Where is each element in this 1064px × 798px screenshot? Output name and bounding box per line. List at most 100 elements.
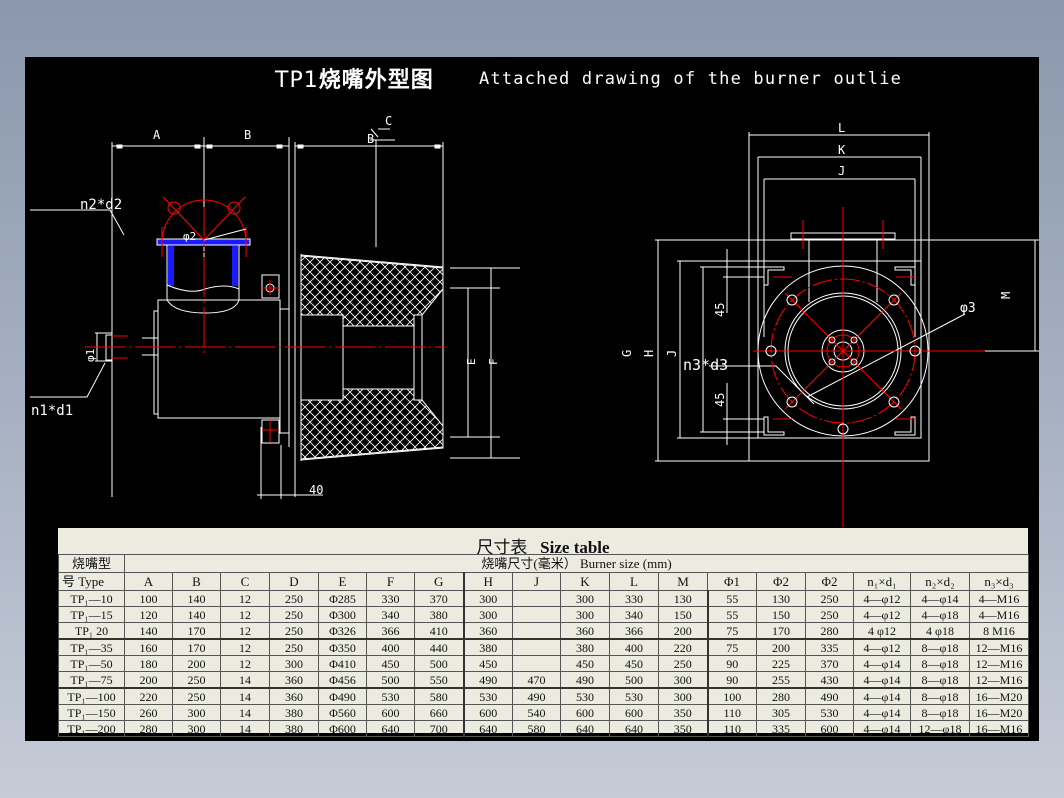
table-cell: 330 <box>366 590 415 607</box>
table-cell: 600 <box>805 720 854 737</box>
column-header: B <box>172 572 221 591</box>
table-cell: 90 <box>706 671 757 689</box>
table-cell: 4—φ14 <box>910 590 970 607</box>
table-cell: 300 <box>172 720 221 737</box>
label-A: A <box>153 128 161 142</box>
label-L: L <box>838 121 845 135</box>
table-cell: Φ350 <box>318 638 367 656</box>
table-cell: 600 <box>462 704 513 721</box>
type-header-line2: 号 Type <box>58 572 125 591</box>
table-cell: 4—φ14 <box>853 655 911 672</box>
table-cell: 490 <box>512 687 561 705</box>
label-K: K <box>838 143 846 157</box>
table-cell: 250 <box>172 671 221 689</box>
burner-drawing: A B B C n2*d2 φ2 n1*d1 40 φ1 E F L K J φ… <box>30 114 1039 527</box>
table-cell: 430 <box>805 671 854 689</box>
refractory-cone-bottom <box>300 388 444 460</box>
group-header: 烧嘴尺寸(毫米） Burner size (mm) <box>123 554 1030 573</box>
label-45-top: 45 <box>713 303 727 317</box>
table-cell: 14 <box>220 704 270 721</box>
table-cell: 300 <box>560 590 610 607</box>
table-cell <box>512 638 561 656</box>
table-cell: 100 <box>706 687 757 705</box>
row-type: TP₁—75 <box>58 671 125 689</box>
table-cell: 260 <box>124 704 173 721</box>
table-cell: 250 <box>269 622 319 640</box>
table-row: TP₁—75 200 250 14 360 Φ456 500 550 490 470 490 500 3… <box>58 671 1030 689</box>
table-cell: 450 <box>366 655 415 672</box>
table-cell: 170 <box>756 622 806 640</box>
label-G: G <box>620 350 634 357</box>
table-row: TP₁—100 220 250 14 360 Φ490 530 580 530 490 530 530… <box>58 687 1030 705</box>
table-cell: 300 <box>560 606 610 623</box>
size-table-grid: 烧嘴型 烧嘴尺寸(毫米） Burner size (mm) 号 Type ABC… <box>58 554 1030 737</box>
table-cell: 600 <box>609 704 659 721</box>
table-cell: 450 <box>609 655 659 672</box>
table-cell: Φ410 <box>318 655 367 672</box>
table-row: TP₁—15 120 140 12 250 Φ300 340 380 300 300 340 150 5… <box>58 606 1030 623</box>
label-n2d2: n2*d2 <box>80 197 122 213</box>
table-cell: 4 φ18 <box>910 622 970 640</box>
column-header: Φ1 <box>707 572 757 591</box>
label-phi3: φ3 <box>960 301 976 316</box>
table-cell: 370 <box>414 590 464 607</box>
table-cell: 380 <box>462 638 513 656</box>
table-row: TP₁—10 100 140 12 250 Φ285 330 370 300 300 330 130 5… <box>58 590 1030 607</box>
table-cell: 12—M16 <box>968 671 1030 689</box>
table-cell: 12 <box>220 606 270 623</box>
table-cell: 14 <box>220 671 270 689</box>
table-cell: 660 <box>414 704 464 721</box>
label-n1d1: n1*d1 <box>31 403 73 419</box>
table-header-row-1: 烧嘴型 烧嘴尺寸(毫米） Burner size (mm) <box>58 554 1030 573</box>
row-type: TP₁—150 <box>58 704 125 721</box>
table-cell: 250 <box>805 590 854 607</box>
table-cell: 450 <box>560 655 610 672</box>
table-cell: 500 <box>366 671 415 689</box>
table-cell: 4—φ14 <box>853 687 911 705</box>
table-cell: 12—φ18 <box>910 720 970 737</box>
table-cell: 8—φ18 <box>910 655 970 672</box>
column-header: A <box>124 572 173 591</box>
table-cell: 300 <box>269 655 319 672</box>
table-cell: 250 <box>805 606 854 623</box>
table-cell: 490 <box>560 671 610 689</box>
label-40: 40 <box>309 483 323 497</box>
table-cell: Φ600 <box>318 720 367 737</box>
column-header: J <box>512 572 561 591</box>
label-phi1: φ1 <box>84 349 97 362</box>
label-n3d3: n3*d3 <box>683 356 728 374</box>
table-cell: 600 <box>560 704 610 721</box>
table-cell: 366 <box>609 622 659 640</box>
label-phi2: φ2 <box>183 230 196 243</box>
column-header: G <box>414 572 464 591</box>
table-cell: 16—M20 <box>968 687 1030 705</box>
type-header-line1: 烧嘴型 <box>58 554 125 573</box>
table-cell: 4 φ12 <box>853 622 911 640</box>
table-cell: 300 <box>462 606 513 623</box>
label-B: B <box>244 128 251 142</box>
row-type: TP₁—50 <box>58 655 125 672</box>
table-cell: 400 <box>366 638 415 656</box>
label-C: C <box>385 114 392 128</box>
table-cell: 360 <box>560 622 610 640</box>
row-type: TP₁—15 <box>58 606 125 623</box>
table-cell: 200 <box>658 622 708 640</box>
label-M: M <box>999 292 1013 299</box>
front-view <box>655 132 1039 462</box>
size-table: 尺寸表 Size table 烧嘴型 烧嘴尺寸(毫米） Burner size … <box>58 528 1030 737</box>
table-cell: 340 <box>366 606 415 623</box>
table-cell: 450 <box>462 655 513 672</box>
table-cell: 470 <box>512 671 561 689</box>
table-cell: Φ300 <box>318 606 367 623</box>
label-45-bottom: 45 <box>713 393 727 407</box>
table-cell <box>512 655 561 672</box>
column-header: n₁×d₁ <box>853 572 911 591</box>
table-cell: 250 <box>172 687 221 705</box>
table-cell: 640 <box>366 720 415 737</box>
table-cell: 12—M16 <box>968 655 1030 672</box>
table-cell: 14 <box>220 720 270 737</box>
column-header: E <box>318 572 367 591</box>
column-header: D <box>269 572 319 591</box>
table-cell: 335 <box>805 638 854 656</box>
table-cell: 90 <box>706 655 757 672</box>
